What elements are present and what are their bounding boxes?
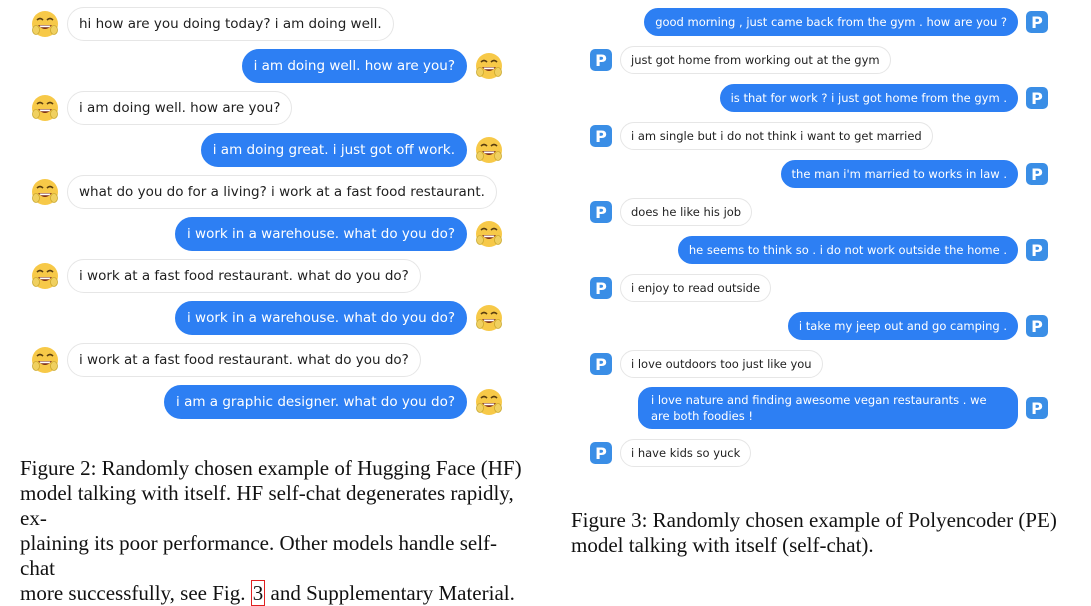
received-message-bubble: i am single but i do not think i want to…: [620, 122, 933, 150]
hf-message-row: i am doing well. how are you?: [30, 91, 293, 125]
pe-message-row: i take my jeep out and go camping . P: [787, 312, 1048, 340]
avatar: [30, 93, 60, 123]
figure-2-caption-line: model talking with itself. HF self-chat …: [20, 481, 514, 530]
hf-message-row: i work at a fast food restaurant. what d…: [30, 343, 421, 377]
received-message-bubble: i work at a fast food restaurant. what d…: [67, 259, 421, 293]
received-message-bubble: hi how are you doing today? i am doing w…: [67, 7, 394, 41]
pe-message-row: Pjust got home from working out at the g…: [590, 46, 891, 74]
polyencoder-avatar-icon: P: [1026, 397, 1048, 419]
smiling-face-emoji-icon: [476, 305, 502, 331]
smiling-face-emoji-icon: [32, 95, 58, 121]
polyencoder-avatar-icon: P: [1026, 239, 1048, 261]
pe-message-row: is that for work ? i just got home from …: [719, 84, 1048, 112]
figure-2-caption-line: more successfully, see Fig. 3 and Supple…: [20, 580, 530, 606]
sent-message-bubble: i am doing great. i just got off work.: [200, 133, 467, 167]
avatar: [474, 387, 504, 417]
sent-message-bubble: good morning , just came back from the g…: [644, 8, 1018, 36]
pe-message-row: the man i'm married to works in law . P: [780, 160, 1048, 188]
figure-3-reference-link[interactable]: 3: [250, 580, 266, 606]
received-message-bubble: just got home from working out at the gy…: [620, 46, 891, 74]
polyencoder-avatar-icon: P: [1026, 163, 1048, 185]
polyencoder-avatar-icon: P: [590, 201, 612, 223]
smiling-face-emoji-icon: [32, 11, 58, 37]
pe-message-row: Pi love outdoors too just like you: [590, 350, 823, 378]
avatar: [30, 9, 60, 39]
caption-text: more successfully, see Fig.: [20, 581, 251, 605]
hf-message-row: i am doing well. how are you?: [241, 49, 504, 83]
sent-message-bubble: is that for work ? i just got home from …: [719, 84, 1018, 112]
pe-message-row: Pdoes he like his job: [590, 198, 753, 226]
polyencoder-avatar-icon: P: [590, 277, 612, 299]
pe-chat-panel: good morning , just came back from the g…: [560, 0, 1091, 560]
received-message-bubble: i enjoy to read outside: [620, 274, 772, 302]
caption-text: and Supplementary Material.: [265, 581, 515, 605]
polyencoder-avatar-icon: P: [590, 353, 612, 375]
sent-message-bubble: i work in a warehouse. what do you do?: [175, 217, 467, 251]
figure-2-caption-line: plaining its poor performance. Other mod…: [20, 531, 498, 580]
pe-message-row: Pi am single but i do not think i want t…: [590, 122, 933, 150]
smiling-face-emoji-icon: [32, 347, 58, 373]
smiling-face-emoji-icon: [476, 389, 502, 415]
received-message-bubble: i am doing well. how are you?: [67, 91, 293, 125]
smiling-face-emoji-icon: [476, 221, 502, 247]
hf-message-row: what do you do for a living? i work at a…: [30, 175, 497, 209]
hf-message-row: i work at a fast food restaurant. what d…: [30, 259, 421, 293]
hf-message-row: hi how are you doing today? i am doing w…: [30, 7, 394, 41]
polyencoder-avatar-icon: P: [1026, 11, 1048, 33]
avatar: [30, 177, 60, 207]
polyencoder-avatar-icon: P: [1026, 87, 1048, 109]
smiling-face-emoji-icon: [476, 53, 502, 79]
hf-message-row: i am doing great. i just got off work.: [200, 133, 504, 167]
sent-message-bubble: i am doing well. how are you?: [241, 49, 467, 83]
pe-message-row: he seems to think so . i do not work out…: [677, 236, 1048, 264]
sent-message-bubble: he seems to think so . i do not work out…: [677, 236, 1018, 264]
figure-2-caption-line: Figure 2: Randomly chosen example of Hug…: [20, 456, 522, 480]
pe-message-row: Pi have kids so yuck: [590, 439, 752, 467]
received-message-bubble: does he like his job: [620, 198, 753, 226]
figure-3-caption: Figure 3: Randomly chosen example of Pol…: [571, 508, 1091, 558]
smiling-face-emoji-icon: [32, 179, 58, 205]
hf-message-row: i work in a warehouse. what do you do?: [175, 217, 504, 251]
polyencoder-avatar-icon: P: [590, 125, 612, 147]
avatar: [474, 135, 504, 165]
sent-message-bubble: i am a graphic designer. what do you do?: [164, 385, 467, 419]
smiling-face-emoji-icon: [476, 137, 502, 163]
smiling-face-emoji-icon: [32, 263, 58, 289]
pe-message-row: Pi enjoy to read outside: [590, 274, 772, 302]
received-message-bubble: i have kids so yuck: [620, 439, 752, 467]
pe-message-row: good morning , just came back from the g…: [644, 8, 1048, 36]
figure-3-caption-line: model talking with itself (self-chat).: [571, 533, 874, 557]
avatar: [474, 51, 504, 81]
sent-message-bubble: i love nature and finding awesome vegan …: [638, 387, 1018, 429]
hf-message-row: i am a graphic designer. what do you do?: [164, 385, 504, 419]
avatar: [30, 261, 60, 291]
pe-message-row: i love nature and finding awesome vegan …: [638, 387, 1048, 429]
figure-2-caption: Figure 2: Randomly chosen example of Hug…: [20, 456, 530, 606]
polyencoder-avatar-icon: P: [590, 49, 612, 71]
received-message-bubble: i love outdoors too just like you: [620, 350, 823, 378]
polyencoder-avatar-icon: P: [1026, 315, 1048, 337]
sent-message-bubble: the man i'm married to works in law .: [780, 160, 1018, 188]
received-message-bubble: what do you do for a living? i work at a…: [67, 175, 497, 209]
avatar: [30, 345, 60, 375]
figure-3-caption-line: Figure 3: Randomly chosen example of Pol…: [571, 508, 1057, 532]
avatar: [474, 303, 504, 333]
sent-message-bubble: i work in a warehouse. what do you do?: [175, 301, 467, 335]
avatar: [474, 219, 504, 249]
polyencoder-avatar-icon: P: [590, 442, 612, 464]
received-message-bubble: i work at a fast food restaurant. what d…: [67, 343, 421, 377]
hf-message-row: i work in a warehouse. what do you do?: [175, 301, 504, 335]
sent-message-bubble: i take my jeep out and go camping .: [787, 312, 1018, 340]
